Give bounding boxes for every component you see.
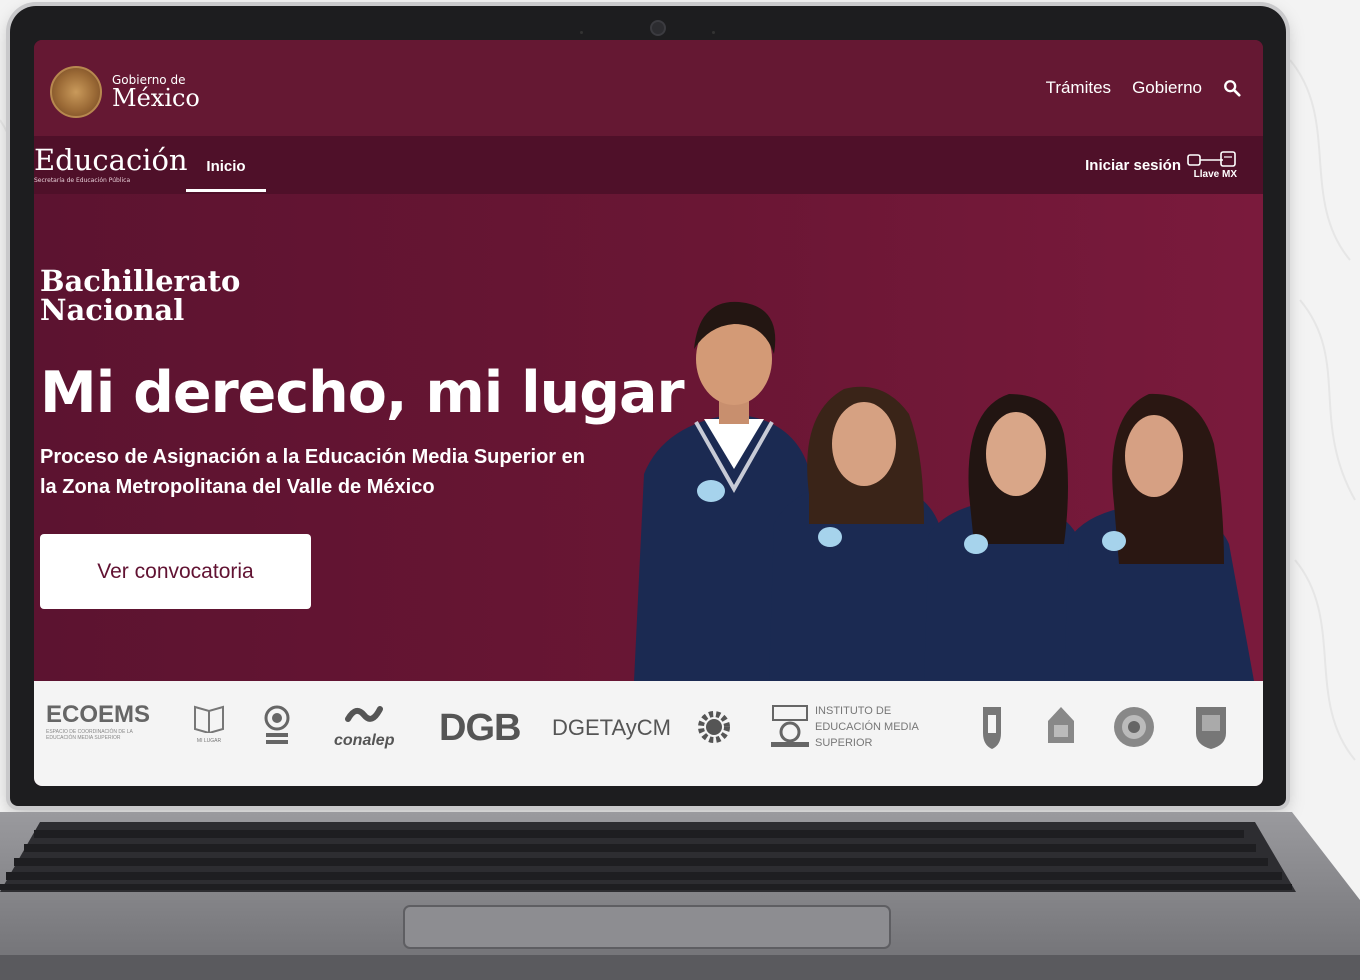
brand-subtitle: Secretaría de Educación Pública <box>34 177 131 184</box>
logo-iems[interactable]: INSTITUTO DE EDUCACIÓN MEDIA SUPERIOR <box>769 703 947 751</box>
laptop-base <box>0 812 1360 980</box>
educacion-logo[interactable]: Educación Secretaría de Educación Públic… <box>34 143 188 185</box>
logo-mi-lugar[interactable]: MI LUGAR <box>192 703 226 744</box>
llave-mx-icon <box>1187 151 1236 167</box>
iems-label: INSTITUTO DE EDUCACIÓN MEDIA SUPERIOR <box>815 705 919 749</box>
search-icon[interactable] <box>1223 79 1241 97</box>
gov-logo-big: México <box>112 84 200 112</box>
ecoems-sub: ESPACIO DE COORDINACIÓN DE LA EDUCACIÓN … <box>46 729 133 741</box>
gov-logo[interactable]: Gobierno de México <box>50 66 200 118</box>
trackpad <box>403 905 891 949</box>
students-photo <box>634 301 1254 681</box>
logo-dgb[interactable]: DGB <box>439 707 521 750</box>
hero-title: Mi derecho, mi lugar <box>40 360 685 426</box>
camera-icon <box>650 20 666 36</box>
logo-coat-icon[interactable] <box>262 705 292 749</box>
student-2 <box>769 386 944 681</box>
hero-banner: Bachillerato Nacional Mi derecho, mi lug… <box>34 194 1263 681</box>
hero-kicker: Bachillerato Nacional <box>40 264 241 327</box>
iems-icon <box>771 705 809 747</box>
hero-description: Proceso de Asignación a la Educación Med… <box>40 446 585 498</box>
tab-inicio[interactable]: Inicio <box>186 136 266 192</box>
llave-mx-label: Llave MX <box>1193 169 1237 180</box>
login-label: Iniciar sesión <box>1085 156 1181 174</box>
gov-seal-icon <box>50 66 102 118</box>
logo-seal-icon[interactable] <box>1112 703 1156 751</box>
gov-nav: Trámites Gobierno <box>1046 78 1241 98</box>
conalep-icon <box>345 706 384 722</box>
laptop-screen: Gobierno de México Trámites Gobierno Edu… <box>34 40 1263 786</box>
student-3 <box>924 394 1084 681</box>
ver-convocatoria-button[interactable]: Ver convocatoria <box>40 534 311 609</box>
nav-gobierno[interactable]: Gobierno <box>1132 78 1202 98</box>
ecoems-label: ECOEMS <box>46 701 151 728</box>
book-icon <box>194 705 224 735</box>
student-4 <box>1064 393 1254 681</box>
logo-dgetaycm[interactable]: DGETAyCM <box>552 715 671 741</box>
conalep-label: conalep <box>334 732 395 749</box>
mi-lugar-label: MI LUGAR <box>196 738 222 744</box>
brand-title: Educación <box>34 143 188 177</box>
logo-ipn-gear-icon[interactable] <box>696 705 732 749</box>
logo-unam-icon[interactable] <box>1192 703 1230 751</box>
nav-tramites[interactable]: Trámites <box>1046 78 1112 98</box>
logo-shield-icon[interactable] <box>980 703 1004 751</box>
partner-logos: ECOEMS ESPACIO DE COORDINACIÓN DE LA EDU… <box>34 681 1263 786</box>
logo-conalep[interactable]: conalep <box>334 701 394 750</box>
logo-building-icon[interactable] <box>1044 703 1078 751</box>
login-button[interactable]: Iniciar sesión Llave MX <box>1085 150 1237 180</box>
logo-ecoems[interactable]: ECOEMS ESPACIO DE COORDINACIÓN DE LA EDU… <box>46 701 158 742</box>
